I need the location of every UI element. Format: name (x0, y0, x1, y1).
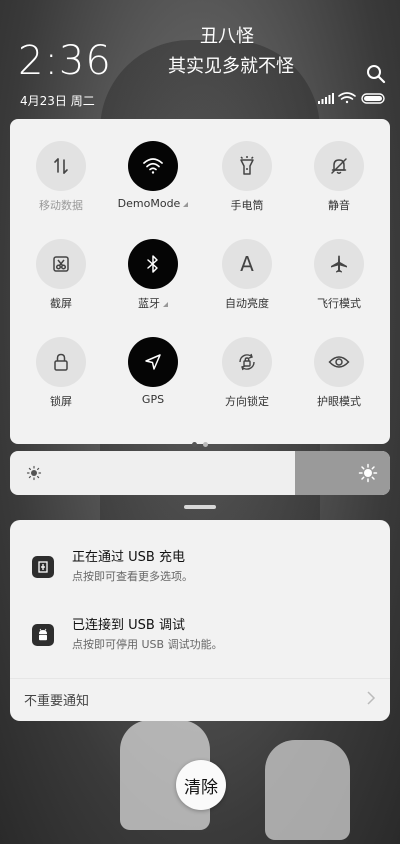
tile-label: 护眼模式 (317, 395, 361, 408)
signal-icon (318, 93, 334, 104)
tile-airplane[interactable]: 飞行模式 (292, 239, 386, 331)
brightness-low-icon (26, 465, 42, 481)
notification-title: 已连接到 USB 调试 (72, 618, 185, 633)
android-icon (32, 624, 54, 646)
usb-charging-icon (32, 556, 54, 578)
auto-brightness-icon: A (222, 239, 272, 289)
notification-panel: 正在通过 USB 充电 点按即可查看更多选项。 已连接到 USB 调试 点按即可… (10, 520, 390, 721)
tile-label: DemoMode (117, 197, 181, 210)
tile-bluetooth[interactable]: 蓝牙 (106, 239, 200, 331)
battery-icon (361, 93, 385, 104)
chevron-right-icon[interactable] (366, 690, 376, 706)
wallpaper-text-line1: 丑八怪 (200, 26, 254, 47)
drag-handle[interactable] (184, 505, 216, 509)
notification-usb-charging[interactable]: 正在通过 USB 充电 点按即可查看更多选项。 (10, 542, 390, 602)
screenshot-icon (36, 239, 86, 289)
tile-auto-brightness[interactable]: A 自动亮度 (200, 239, 294, 331)
bell-mute-icon (314, 141, 364, 191)
wallpaper-shoe-right (265, 740, 350, 840)
tile-gps[interactable]: GPS (106, 337, 200, 429)
notification-title: 正在通过 USB 充电 (72, 550, 185, 565)
notification-usb-debugging[interactable]: 已连接到 USB 调试 点按即可停用 USB 调试功能。 (10, 610, 390, 670)
page-indicator (10, 432, 390, 451)
notification-subtitle: 点按即可查看更多选项。 (72, 570, 193, 583)
notification-subtitle: 点按即可停用 USB 调试功能。 (72, 638, 223, 651)
gps-icon (128, 337, 178, 387)
tile-label: GPS (141, 393, 165, 406)
tile-rotation-lock[interactable]: 方向锁定 (200, 337, 294, 429)
page-dot (203, 442, 208, 447)
page-dot-active (192, 442, 197, 447)
wifi-status-icon (338, 92, 356, 104)
tile-label: 蓝牙 (138, 297, 160, 310)
tile-label: 自动亮度 (225, 297, 269, 310)
tile-label: 飞行模式 (317, 297, 361, 310)
tile-label: 移动数据 (39, 199, 83, 212)
tile-wifi[interactable]: DemoMode (106, 141, 200, 233)
wallpaper-text-line2: 其实见多就不怪 (168, 56, 294, 77)
tile-mute[interactable]: 静音 (292, 141, 386, 233)
status-bar-icons (318, 92, 385, 104)
expand-triangle-icon (163, 301, 168, 307)
divider (10, 678, 390, 679)
clock-time: 2:36 (18, 38, 112, 84)
tile-label: 截屏 (50, 297, 72, 310)
bluetooth-icon (128, 239, 178, 289)
brightness-slider[interactable] (10, 451, 390, 495)
tile-screenshot[interactable]: 截屏 (14, 239, 108, 331)
date-label: 4月23日 周二 (20, 94, 95, 108)
eye-icon (314, 337, 364, 387)
expand-triangle-icon (183, 201, 189, 207)
rotation-lock-icon (222, 337, 272, 387)
tile-label: 静音 (328, 199, 350, 212)
wifi-icon (128, 141, 178, 191)
unimportant-notifications-link[interactable]: 不重要通知 (24, 690, 89, 709)
quick-settings-panel: 移动数据 DemoMode 手电筒 静音 截屏 蓝牙 A 自动亮度 飞行模式 锁… (10, 119, 390, 447)
brightness-high-icon (358, 463, 378, 483)
tile-eye-care[interactable]: 护眼模式 (292, 337, 386, 429)
tile-lock-screen[interactable]: 锁屏 (14, 337, 108, 429)
tile-label: 手电筒 (230, 199, 264, 212)
mobile-data-icon (36, 141, 86, 191)
tile-label: 方向锁定 (225, 395, 269, 408)
tile-mobile-data[interactable]: 移动数据 (14, 141, 108, 233)
tile-flashlight[interactable]: 手电筒 (200, 141, 294, 233)
clear-button[interactable]: 清除 (176, 760, 226, 810)
airplane-icon (314, 239, 364, 289)
flashlight-icon (222, 141, 272, 191)
search-icon[interactable] (366, 64, 386, 84)
lock-icon (36, 337, 86, 387)
tile-label: 锁屏 (50, 395, 72, 408)
